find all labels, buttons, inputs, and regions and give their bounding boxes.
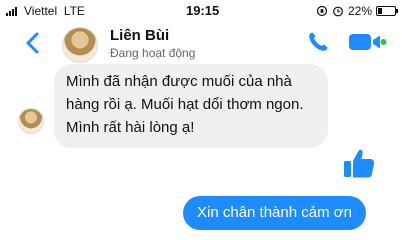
status-bar: Viettel LTE 19:15 22% bbox=[0, 0, 402, 22]
sender-avatar[interactable] bbox=[18, 108, 44, 134]
status-time: 19:15 bbox=[186, 3, 220, 18]
network-type: LTE bbox=[63, 4, 85, 18]
signal-strength-icon bbox=[6, 7, 17, 16]
contact-name[interactable]: Liên Bùi bbox=[110, 27, 169, 44]
avatar[interactable] bbox=[62, 27, 98, 63]
orientation-lock-icon bbox=[316, 5, 328, 17]
battery-icon bbox=[376, 6, 398, 16]
incoming-message[interactable]: Mình đã nhận được muối của nhà hàng rồi … bbox=[54, 64, 328, 148]
thumbs-up-icon[interactable] bbox=[342, 146, 376, 180]
chevron-left-icon[interactable] bbox=[18, 28, 48, 58]
video-camera-icon[interactable] bbox=[348, 31, 388, 53]
carrier-label: Viettel LTE bbox=[24, 4, 85, 18]
outgoing-message[interactable]: Xin chân thành cảm ơn bbox=[183, 196, 366, 230]
chat-header: Liên Bùi Đang hoạt động bbox=[0, 22, 402, 66]
battery-percent: 22% bbox=[347, 4, 372, 18]
phone-icon[interactable] bbox=[306, 30, 330, 54]
carrier-name: Viettel bbox=[24, 4, 58, 18]
alarm-icon bbox=[333, 6, 343, 17]
active-status: Đang hoạt động bbox=[110, 46, 196, 60]
status-right: 22% bbox=[316, 4, 398, 18]
